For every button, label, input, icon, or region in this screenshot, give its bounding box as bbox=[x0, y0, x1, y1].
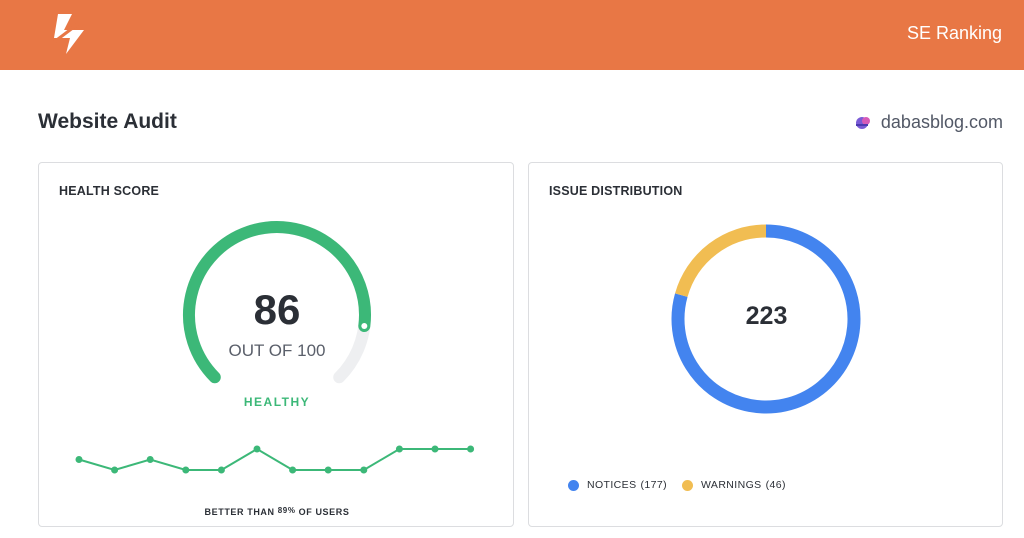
footnote-percent: 89% bbox=[277, 506, 296, 515]
issue-distribution-card: ISSUE DISTRIBUTION 223 NOTICES (177) WAR… bbox=[528, 162, 1003, 527]
legend-dot-notices bbox=[568, 479, 579, 491]
legend-label-notices: NOTICES bbox=[587, 479, 637, 491]
legend-count-warnings: (46) bbox=[765, 479, 786, 491]
health-score-card: HEALTH SCORE 86 OUT OF 100 HEALTHY BETTE… bbox=[38, 162, 514, 527]
top-header-bar: SE Ranking bbox=[0, 0, 1024, 70]
site-name: dabasblog.com bbox=[880, 112, 1003, 132]
legend-item-warnings[interactable]: WARNINGS (46) bbox=[682, 479, 786, 491]
health-status-label: HEALTHY bbox=[243, 395, 311, 409]
legend-item-notices[interactable]: NOTICES (177) bbox=[568, 479, 667, 491]
issue-total: 223 bbox=[745, 302, 788, 330]
lightning-bolt-icon[interactable] bbox=[44, 10, 96, 58]
health-trend-line bbox=[75, 445, 475, 474]
footnote-suffix: OF USERS bbox=[298, 507, 350, 517]
trend-line bbox=[78, 447, 471, 472]
legend-count-notices: (177) bbox=[640, 479, 667, 491]
health-score-max: OUT OF 100 bbox=[228, 341, 326, 360]
trend-point bbox=[253, 445, 261, 453]
issue-donut-chart bbox=[671, 224, 861, 414]
footnote-prefix: BETTER THAN bbox=[204, 507, 275, 517]
trend-point bbox=[146, 456, 154, 463]
trend-point bbox=[360, 466, 368, 474]
trend-point bbox=[182, 466, 190, 474]
trend-point bbox=[217, 466, 225, 474]
trend-point bbox=[111, 466, 119, 474]
legend-dot-warnings bbox=[682, 479, 693, 491]
trend-point bbox=[395, 445, 403, 453]
page-title: Website Audit bbox=[38, 110, 177, 133]
trend-point bbox=[467, 445, 475, 453]
site-favicon-icon bbox=[855, 116, 870, 129]
trend-point bbox=[289, 466, 297, 474]
health-score-value: 86 bbox=[253, 286, 301, 333]
donut-segment-warnings[interactable] bbox=[675, 224, 767, 298]
legend-label-warnings: WARNINGS bbox=[701, 479, 762, 491]
brand-name[interactable]: SE Ranking bbox=[907, 23, 1002, 44]
issue-legend: NOTICES (177) WARNINGS (46) bbox=[568, 479, 801, 491]
trend-point bbox=[75, 456, 83, 463]
health-footnote: BETTER THAN 89% OF USERS bbox=[39, 506, 515, 517]
site-indicator[interactable]: dabasblog.com bbox=[853, 112, 1003, 133]
trend-point bbox=[431, 445, 439, 453]
trend-point bbox=[324, 466, 332, 474]
